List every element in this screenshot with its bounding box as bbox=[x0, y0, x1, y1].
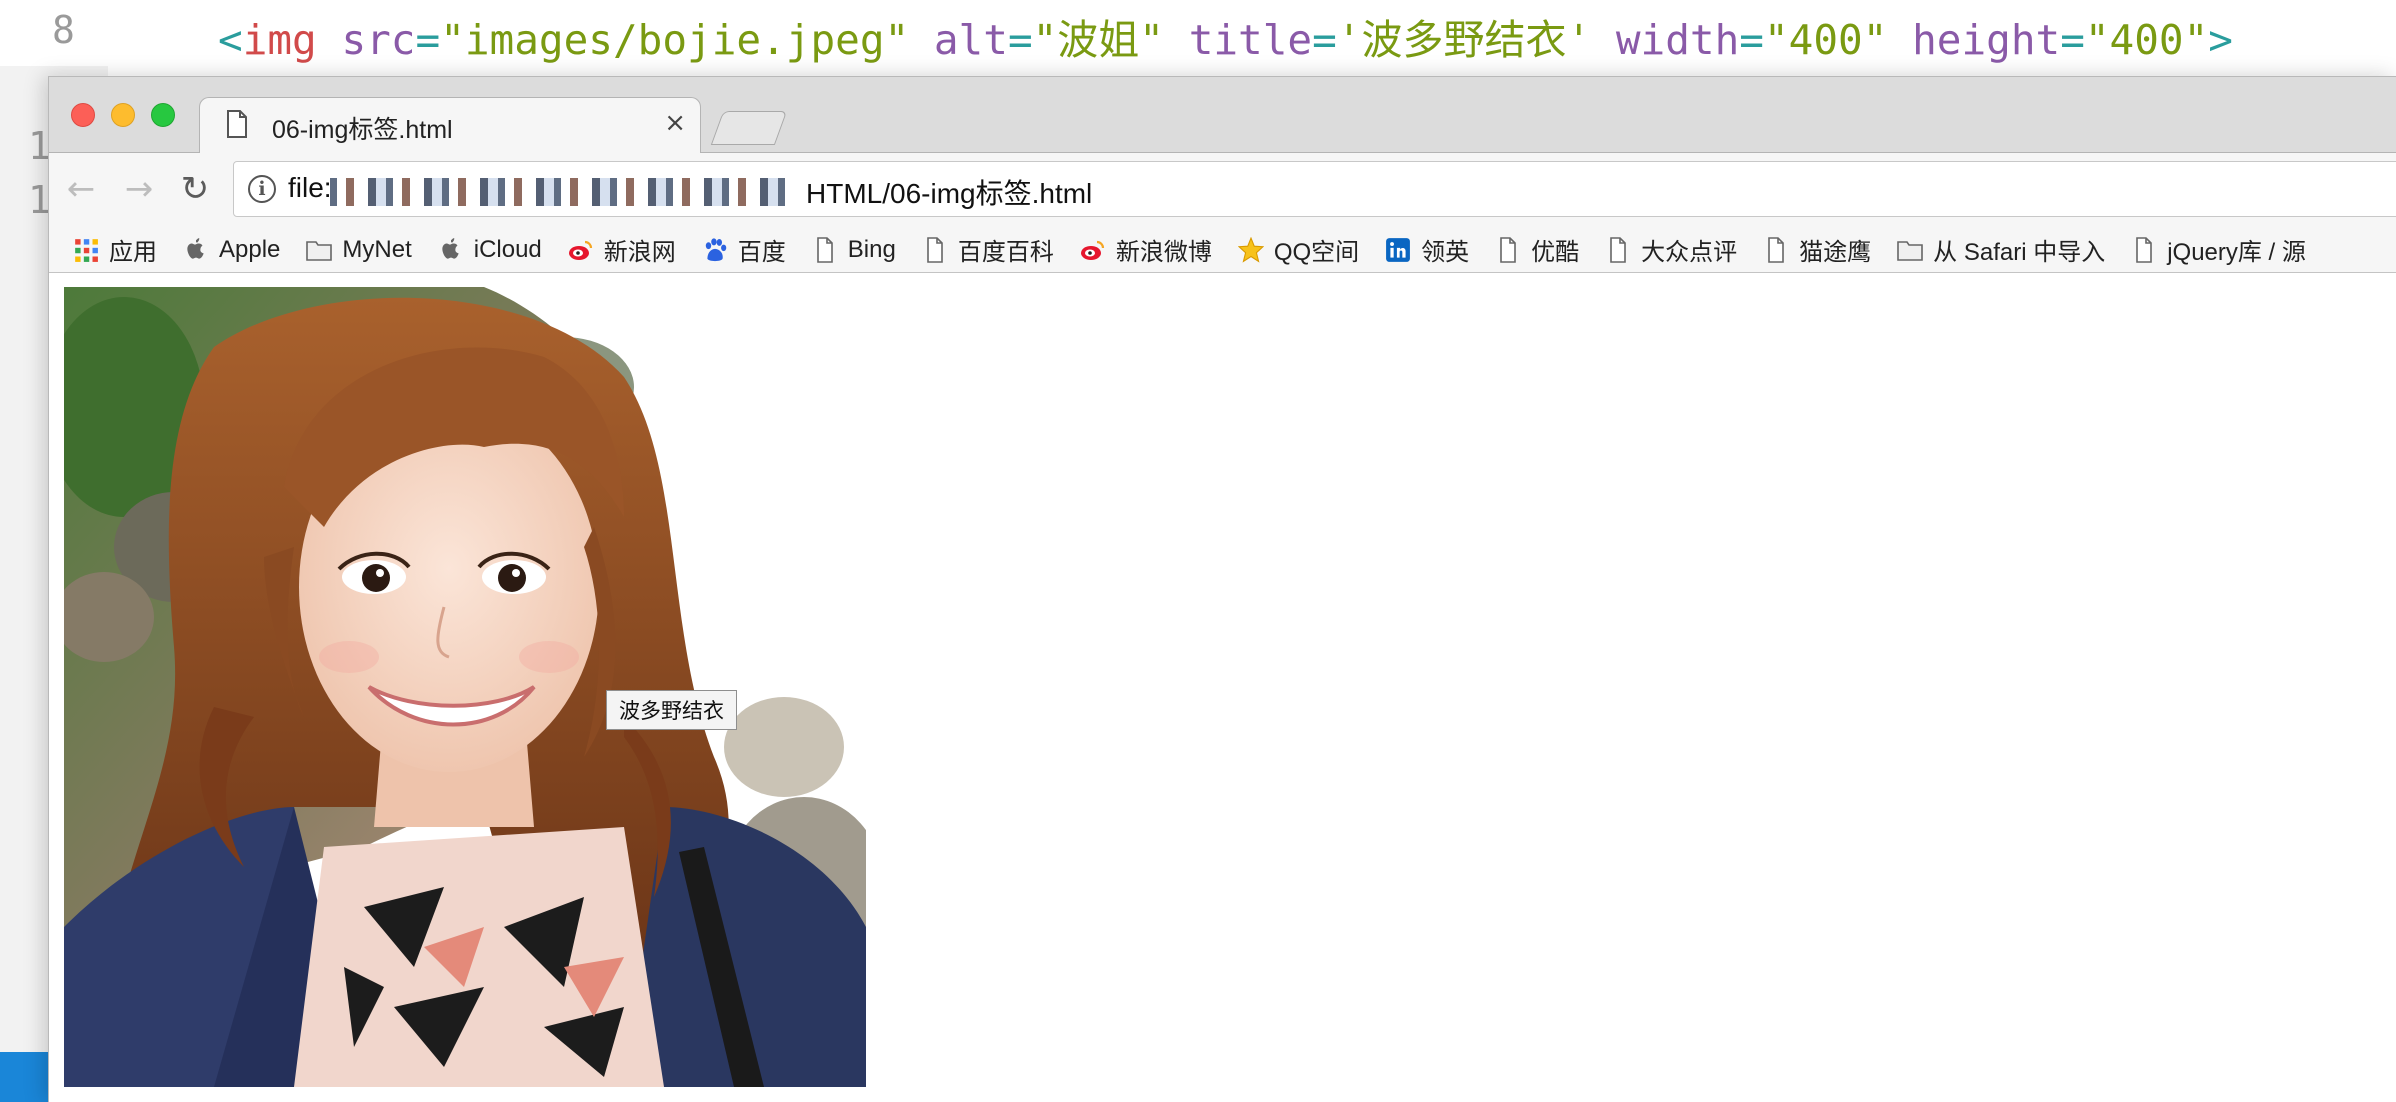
bookmark-baike[interactable]: 百度百科 bbox=[922, 232, 1054, 267]
bookmark-label: Apple bbox=[219, 235, 281, 263]
folder-icon bbox=[306, 240, 333, 261]
tab-active[interactable]: 06-img标签.html × bbox=[199, 97, 701, 154]
bookmarks-bar: 应用 Apple MyNet iCloud 新浪网 百度 Bing 百度百科 新… bbox=[49, 227, 2396, 273]
bookmark-label: 大众点评 bbox=[1641, 239, 1738, 266]
bookmark-label: 新浪微博 bbox=[1115, 239, 1212, 266]
portrait-illustration bbox=[64, 287, 866, 1087]
bookmark-label: MyNet bbox=[342, 235, 412, 263]
bookmark-safari-import[interactable]: 从 Safari 中导入 bbox=[1897, 232, 2105, 267]
page-icon bbox=[2136, 236, 2153, 263]
code-token-close: > bbox=[2208, 16, 2233, 64]
baidu-paw-icon bbox=[705, 237, 727, 261]
bookmark-label: 猫途鹰 bbox=[1799, 239, 1872, 266]
page-icon bbox=[227, 110, 247, 138]
code-token-val-width: "400" bbox=[1763, 16, 1888, 64]
url-redacted-segment bbox=[330, 178, 790, 206]
line-number: 8 bbox=[52, 8, 75, 52]
minimize-window-button[interactable] bbox=[111, 103, 135, 127]
zoom-window-button[interactable] bbox=[151, 103, 175, 127]
page-icon bbox=[1500, 236, 1516, 263]
code-token-open: < bbox=[218, 16, 243, 64]
folder-icon bbox=[1897, 240, 1923, 261]
code-token-tag: img bbox=[242, 16, 317, 64]
page-icon bbox=[1768, 236, 1784, 263]
bookmark-dianping[interactable]: 大众点评 bbox=[1605, 232, 1737, 267]
page-icon bbox=[927, 236, 943, 263]
weibo-icon bbox=[568, 240, 592, 260]
code-token-eq: = bbox=[1739, 16, 1764, 64]
bookmark-weibo[interactable]: 新浪微博 bbox=[1080, 232, 1212, 267]
url-prefix: file: bbox=[288, 172, 332, 203]
code-token-val-height: "400" bbox=[2084, 16, 2209, 64]
bookmark-label: 百度 bbox=[737, 239, 786, 266]
tab-strip: 06-img标签.html × bbox=[49, 77, 2396, 154]
reload-button[interactable]: ↻ bbox=[175, 169, 215, 209]
portrait-image[interactable] bbox=[64, 287, 866, 1087]
close-window-button[interactable] bbox=[71, 103, 95, 127]
apple-icon bbox=[442, 237, 459, 259]
code-token-attr-height: height bbox=[1912, 16, 2061, 64]
bookmark-label: 领英 bbox=[1421, 239, 1470, 266]
bookmark-baidu[interactable]: 百度 bbox=[702, 232, 786, 267]
bookmark-icloud[interactable]: iCloud bbox=[438, 236, 542, 264]
code-token-val-alt: "波姐" bbox=[1032, 16, 1164, 64]
apple-icon bbox=[187, 237, 204, 259]
code-token-attr-alt: alt bbox=[933, 16, 1008, 64]
code-token-attr-width: width bbox=[1615, 16, 1740, 64]
code-token-eq: = bbox=[415, 16, 441, 64]
star-icon bbox=[1237, 236, 1264, 263]
bookmark-sina[interactable]: 新浪网 bbox=[568, 232, 676, 267]
bookmark-youku[interactable]: 优酷 bbox=[1495, 232, 1579, 267]
taskbar-corner bbox=[0, 1052, 48, 1102]
code-token-val-title: '波多野结衣' bbox=[1336, 16, 1592, 64]
code-token-val-src: "images/bojie.jpeg" bbox=[440, 16, 910, 64]
bookmark-apple[interactable]: Apple bbox=[183, 236, 280, 264]
tab-close-icon[interactable]: × bbox=[664, 108, 686, 138]
linkedin-icon bbox=[1386, 237, 1411, 262]
address-bar[interactable]: i file: HTML/06-img标签.html bbox=[233, 161, 2396, 217]
image-title-tooltip: 波多野结衣 bbox=[606, 690, 737, 730]
bookmark-label: 从 Safari 中导入 bbox=[1933, 239, 2106, 266]
bookmark-label: Bing bbox=[847, 235, 896, 263]
code-token-attr-title: title bbox=[1188, 16, 1313, 64]
code-line-8: 8 <img src="images/bojie.jpeg" alt="波姐" … bbox=[0, 0, 2396, 66]
bookmark-label: jQuery库 / 源 bbox=[2167, 239, 2306, 266]
forward-button[interactable]: → bbox=[119, 169, 159, 209]
browser-window: 06-img标签.html × ← → ↻ i file: HTML/06-im… bbox=[48, 76, 2396, 1102]
bookmark-label: iCloud bbox=[473, 235, 542, 263]
bookmark-mynet[interactable]: MyNet bbox=[306, 235, 412, 264]
code-text[interactable]: <img src="images/bojie.jpeg" alt="波姐" ti… bbox=[218, 6, 2233, 66]
code-token-eq: = bbox=[1312, 16, 1337, 64]
bookmark-apps[interactable]: 应用 bbox=[73, 232, 157, 267]
bookmark-label: 应用 bbox=[109, 239, 157, 266]
bookmark-label: 百度百科 bbox=[957, 239, 1054, 266]
bookmark-label: QQ空间 bbox=[1273, 239, 1360, 266]
bookmark-tripadvisor[interactable]: 猫途鹰 bbox=[1763, 232, 1871, 267]
bookmark-bing[interactable]: Bing bbox=[812, 236, 896, 264]
new-tab-button[interactable] bbox=[710, 111, 788, 145]
bookmark-jquery[interactable]: jQuery库 / 源 bbox=[2131, 232, 2306, 267]
code-token-attr-src: src bbox=[341, 16, 416, 64]
weibo-icon bbox=[1080, 240, 1104, 260]
page-icon bbox=[816, 236, 833, 263]
code-token-eq: = bbox=[1007, 16, 1033, 64]
tab-title: 06-img标签.html bbox=[272, 116, 453, 144]
back-button[interactable]: ← bbox=[61, 169, 101, 209]
bookmark-linkedin[interactable]: 领英 bbox=[1385, 232, 1469, 267]
bookmark-label: 新浪网 bbox=[603, 239, 676, 266]
info-icon[interactable]: i bbox=[248, 175, 276, 203]
url-suffix: HTML/06-img标签.html bbox=[806, 178, 1093, 209]
bookmark-label: 优酷 bbox=[1531, 239, 1580, 266]
page-viewport: 波多野结衣 bbox=[49, 274, 2396, 1102]
code-token-eq: = bbox=[2060, 16, 2085, 64]
bookmark-qzone[interactable]: QQ空间 bbox=[1237, 232, 1360, 267]
page-icon bbox=[1610, 236, 1626, 263]
browser-toolbar: ← → ↻ i file: HTML/06-img标签.html bbox=[49, 153, 2396, 227]
apps-grid-icon bbox=[75, 238, 98, 262]
